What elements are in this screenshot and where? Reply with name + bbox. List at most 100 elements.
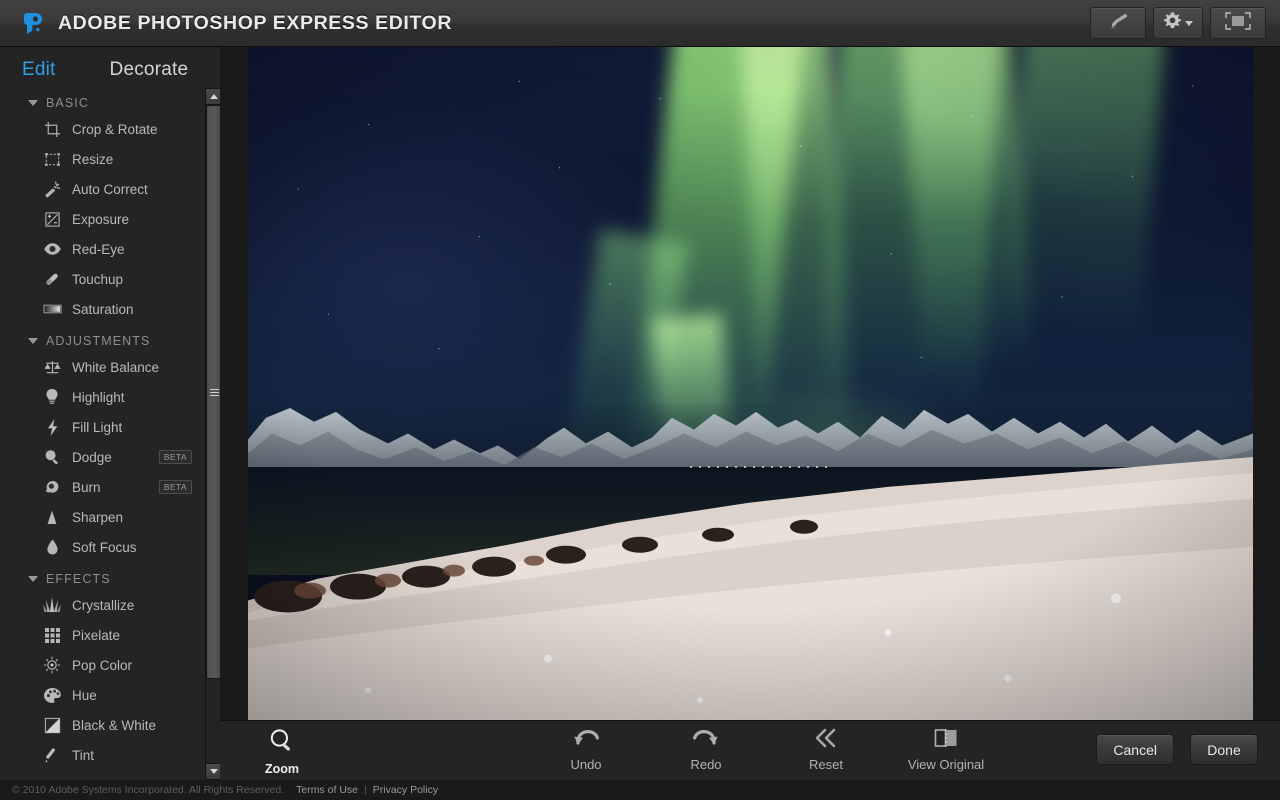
group-title: ADJUSTMENTS bbox=[46, 334, 151, 348]
tool-label: Pop Color bbox=[72, 657, 133, 673]
tool-label: White Balance bbox=[72, 359, 160, 375]
chevron-down-icon bbox=[28, 576, 38, 582]
tool-label: Fill Light bbox=[72, 419, 123, 435]
sharpen-triangle-icon bbox=[41, 507, 63, 527]
terms-of-use-link[interactable]: Terms of Use bbox=[296, 784, 358, 796]
privacy-policy-link[interactable]: Privacy Policy bbox=[373, 784, 438, 796]
group-header-basic[interactable]: BASIC bbox=[0, 92, 203, 114]
tool-auto-correct[interactable]: Auto Correct bbox=[0, 174, 203, 204]
megaphone-icon bbox=[1107, 12, 1129, 35]
group-header-effects[interactable]: EFFECTS bbox=[0, 568, 203, 590]
magnifier-icon bbox=[268, 727, 296, 760]
feedback-button[interactable] bbox=[1090, 7, 1146, 39]
gear-icon bbox=[1163, 11, 1182, 35]
burn-hand-icon bbox=[41, 477, 63, 497]
reset-button[interactable]: Reset bbox=[780, 727, 872, 772]
double-chevron-left-icon bbox=[813, 727, 839, 754]
action-label: Undo bbox=[570, 757, 602, 772]
app-header: ADOBE PHOTOSHOP EXPRESS EDITOR bbox=[0, 0, 1280, 47]
scrollbar-grip-icon bbox=[210, 387, 219, 398]
tool-label: Auto Correct bbox=[72, 181, 148, 197]
action-label: View Original bbox=[907, 757, 985, 772]
footer-separator: | bbox=[364, 784, 367, 796]
tool-tint[interactable]: Tint bbox=[0, 740, 203, 770]
eye-icon bbox=[41, 239, 63, 259]
tool-label: Soft Focus bbox=[72, 539, 137, 555]
group-header-adjustments[interactable]: ADJUSTMENTS bbox=[0, 330, 203, 352]
expand-icon bbox=[1223, 9, 1253, 38]
snow-foreground bbox=[248, 451, 1253, 720]
chevron-down-icon bbox=[28, 338, 38, 344]
tool-dodge[interactable]: Dodge BETA bbox=[0, 442, 203, 472]
tool-exposure[interactable]: Exposure bbox=[0, 204, 203, 234]
tool-label: Sharpen bbox=[72, 509, 124, 525]
tool-label: Touchup bbox=[72, 271, 124, 287]
tool-label: Highlight bbox=[72, 389, 125, 405]
zoom-tool-button[interactable]: Zoom bbox=[242, 727, 322, 776]
done-button[interactable]: Done bbox=[1190, 734, 1258, 765]
tool-label: Burn bbox=[72, 479, 101, 495]
group-title: BASIC bbox=[46, 96, 90, 110]
edited-photo[interactable] bbox=[248, 47, 1253, 720]
chevron-down-icon bbox=[1185, 20, 1193, 26]
aurora-band bbox=[998, 47, 1166, 336]
bandage-icon bbox=[41, 269, 63, 289]
undo-button[interactable]: Undo bbox=[540, 727, 632, 772]
pixel-grid-icon bbox=[41, 625, 63, 645]
scales-icon bbox=[41, 357, 63, 377]
split-view-icon bbox=[931, 727, 961, 754]
history-actions: Undo Redo Reset View Original bbox=[540, 727, 992, 772]
exposure-icon bbox=[41, 209, 63, 229]
tool-label: Crystallize bbox=[72, 597, 135, 613]
tool-label: Saturation bbox=[72, 301, 134, 317]
view-original-button[interactable]: View Original bbox=[900, 727, 992, 772]
magic-wand-icon bbox=[41, 179, 63, 199]
tab-edit[interactable]: Edit bbox=[22, 59, 56, 81]
tool-label: Hue bbox=[72, 687, 97, 703]
crop-icon bbox=[41, 119, 63, 139]
tool-hue[interactable]: Hue bbox=[0, 680, 203, 710]
header-tools bbox=[1090, 7, 1266, 39]
fullscreen-button[interactable] bbox=[1210, 7, 1266, 39]
tool-label: Crop & Rotate bbox=[72, 121, 158, 137]
tool-pop-color[interactable]: Pop Color bbox=[0, 650, 203, 680]
tool-crop-rotate[interactable]: Crop & Rotate bbox=[0, 114, 203, 144]
settings-button[interactable] bbox=[1153, 7, 1203, 39]
droplet-icon bbox=[41, 537, 63, 557]
photoshop-express-window: ADOBE PHOTOSHOP EXPRESS EDITOR Edit Deco… bbox=[0, 0, 1280, 800]
footer: © 2010 Adobe Systems Incorporated. All R… bbox=[0, 780, 1280, 800]
tool-soft-focus[interactable]: Soft Focus bbox=[0, 532, 203, 562]
redo-button[interactable]: Redo bbox=[660, 727, 752, 772]
tool-crystallize[interactable]: Crystallize bbox=[0, 590, 203, 620]
group-title: EFFECTS bbox=[46, 572, 111, 586]
tool-label: Resize bbox=[72, 151, 114, 167]
palette-icon bbox=[41, 685, 63, 705]
tool-fill-light[interactable]: Fill Light bbox=[0, 412, 203, 442]
tool-sharpen[interactable]: Sharpen bbox=[0, 502, 203, 532]
status-badge: BETA bbox=[158, 450, 192, 464]
chevron-down-icon bbox=[28, 100, 38, 106]
tool-red-eye[interactable]: Red-Eye bbox=[0, 234, 203, 264]
page-title: ADOBE PHOTOSHOP EXPRESS EDITOR bbox=[58, 11, 453, 34]
tool-label: Red-Eye bbox=[72, 241, 125, 257]
canvas-area[interactable] bbox=[220, 47, 1280, 720]
saturation-gradient-icon bbox=[41, 299, 63, 319]
tool-resize[interactable]: Resize bbox=[0, 144, 203, 174]
tool-white-balance[interactable]: White Balance bbox=[0, 352, 203, 382]
tool-black-white[interactable]: Black & White bbox=[0, 710, 203, 740]
tool-saturation[interactable]: Saturation bbox=[0, 294, 203, 324]
cancel-button[interactable]: Cancel bbox=[1096, 734, 1174, 765]
tab-decorate[interactable]: Decorate bbox=[110, 59, 189, 81]
tool-pixelate[interactable]: Pixelate bbox=[0, 620, 203, 650]
tool-list: BASIC Crop & Rotate Resize Auto Correct bbox=[0, 92, 203, 780]
tool-burn[interactable]: Burn BETA bbox=[0, 472, 203, 502]
action-label: Redo bbox=[690, 757, 722, 772]
lightning-bolt-icon bbox=[41, 417, 63, 437]
redo-arrow-icon bbox=[692, 727, 720, 754]
status-badge: BETA bbox=[158, 480, 192, 494]
tool-label: Exposure bbox=[72, 211, 130, 227]
tool-highlight[interactable]: Highlight bbox=[0, 382, 203, 412]
crystal-icon bbox=[41, 595, 63, 615]
target-icon bbox=[41, 655, 63, 675]
tool-touchup[interactable]: Touchup bbox=[0, 264, 203, 294]
